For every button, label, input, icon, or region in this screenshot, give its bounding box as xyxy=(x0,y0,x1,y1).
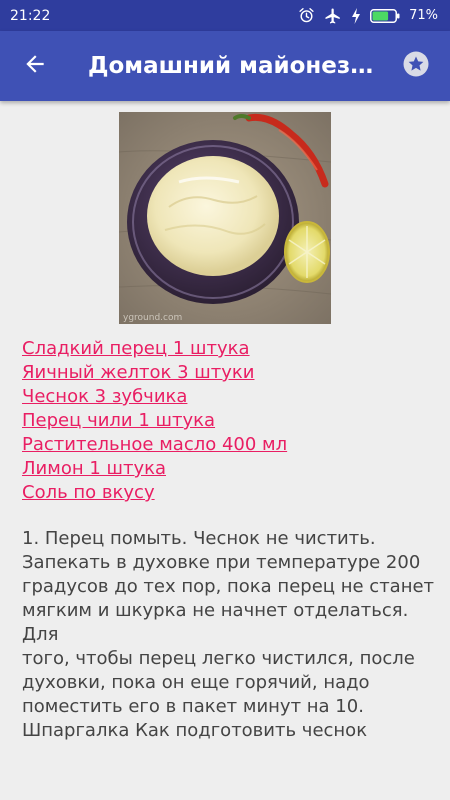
favorite-button[interactable] xyxy=(388,31,444,101)
charging-icon xyxy=(351,7,361,24)
step-line: того, чтобы перец легко чистился, после xyxy=(22,648,415,669)
ingredient-list: Сладкий перец 1 штука Яичный желток 3 шту… xyxy=(22,337,432,505)
step-line: градусов до тех пор, пока перец не стане… xyxy=(22,576,435,597)
list-item: Перец чили 1 штука xyxy=(22,409,432,433)
airplane-mode-icon xyxy=(324,7,342,25)
step-line: мягким и шкурка не начнет отделаться. Дл… xyxy=(22,600,409,645)
status-bar: 21:22 71% xyxy=(0,0,450,31)
step-line: 1. Перец помыть. Чеснок не чистить. xyxy=(22,528,376,549)
back-button[interactable] xyxy=(0,31,70,101)
battery-icon xyxy=(370,8,400,23)
ingredient-link[interactable]: Сладкий перец 1 штука xyxy=(22,337,432,361)
battery-percent: 71% xyxy=(409,8,438,23)
ingredient-link[interactable]: Растительное масло 400 мл xyxy=(22,433,432,457)
ingredient-link[interactable]: Яичный желток 3 штуки xyxy=(22,361,432,385)
list-item: Сладкий перец 1 штука xyxy=(22,337,432,361)
list-item: Растительное масло 400 мл xyxy=(22,433,432,457)
list-item: Соль по вкусу xyxy=(22,481,432,505)
list-item: Лимон 1 штука xyxy=(22,457,432,481)
page-title: Домашний майонез с … xyxy=(88,53,388,79)
star-icon xyxy=(403,51,429,82)
app-bar: Домашний майонез с … xyxy=(0,31,450,101)
step-line: поместить его в пакет минут на 10. xyxy=(22,696,364,717)
alarm-icon xyxy=(298,7,315,24)
status-icons: 71% xyxy=(298,7,438,25)
status-time: 21:22 xyxy=(10,7,51,24)
ingredient-link[interactable]: Лимон 1 штука xyxy=(22,457,432,481)
recipe-content: yground.com Сладкий перец 1 штука Яичный … xyxy=(0,101,450,800)
step-line: Запекать в духовке при температуре 200 xyxy=(22,552,421,573)
arrow-back-icon xyxy=(22,51,48,82)
photo-watermark: yground.com xyxy=(123,313,182,323)
list-item: Яичный желток 3 штуки xyxy=(22,361,432,385)
step-line: Шпаргалка Как подготовить чеснок xyxy=(22,720,368,741)
ingredient-link[interactable]: Чеснок 3 зубчика xyxy=(22,385,432,409)
ingredient-link[interactable]: Соль по вкусу xyxy=(22,481,432,505)
ingredient-link[interactable]: Перец чили 1 штука xyxy=(22,409,432,433)
list-item: Чеснок 3 зубчика xyxy=(22,385,432,409)
recipe-step-text: 1. Перец помыть. Чеснок не чистить. Запек… xyxy=(22,527,438,743)
step-line: духовки, пока он еще горячий, надо xyxy=(22,672,370,693)
recipe-photo: yground.com xyxy=(119,112,331,324)
